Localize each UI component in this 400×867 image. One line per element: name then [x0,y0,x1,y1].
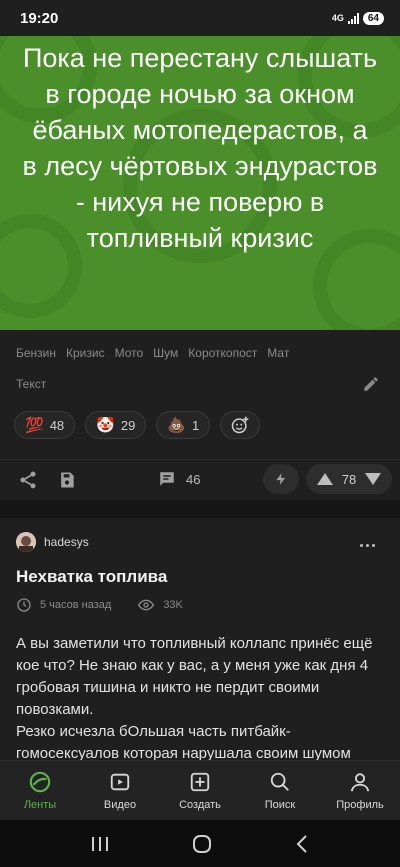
tag[interactable]: Мото [115,346,144,360]
nav-video[interactable]: Видео [80,761,160,820]
eye-icon [138,599,155,611]
poop-emoji-icon: 💩 [167,417,186,434]
bottom-navigation: Ленты Видео Создать Поиск Профиль [0,760,400,820]
more-options-icon[interactable] [360,544,375,547]
post-headline: Пока не перестану слышать в городе ночью… [22,43,378,253]
recent-apps-icon[interactable] [91,836,109,852]
tag[interactable]: Короткопост [188,346,257,360]
back-icon[interactable] [295,834,309,853]
avatar [16,532,36,552]
system-navigation-bar [0,820,400,867]
nav-create[interactable]: Создать [160,761,240,820]
feed-icon [29,771,51,793]
content-type-label: Текст [16,377,47,391]
post-image[interactable]: Пока не перестану слышать в городе ночью… [0,36,400,330]
status-time: 19:20 [20,9,59,27]
boost-button[interactable] [263,464,299,494]
reaction-poop[interactable]: 💩 1 [156,411,211,439]
rating-value: 78 [341,471,357,487]
hundred-emoji-icon: 💯 [25,417,44,434]
author-name[interactable]: hadesys [44,535,89,549]
share-icon[interactable] [18,470,38,490]
comments-button[interactable]: 46 [158,470,200,488]
nav-label: Создать [179,799,221,811]
downvote-icon[interactable] [364,472,382,486]
clock-icon [17,598,31,612]
status-indicators: 4G 64 [331,11,384,25]
signal-icon [347,12,359,24]
profile-icon [350,773,370,792]
comments-count: 46 [186,471,201,487]
nav-profile[interactable]: Профиль [320,761,400,820]
add-emoji-icon [231,416,249,434]
reactions-row: 💯 48 🤡 29 💩 1 [14,411,261,439]
view-count: 33K [163,599,183,611]
nav-label: Поиск [264,799,296,811]
reaction-count: 48 [49,417,65,433]
reaction-count: 1 [192,417,200,433]
lightning-icon [276,473,286,485]
post-actions: 46 78 [0,460,400,500]
nav-label: Ленты [23,799,57,811]
status-bar: 19:20 4G 64 [0,0,400,36]
post-time: 5 часов назад [40,599,112,611]
battery-indicator: 64 [362,11,384,25]
tag[interactable]: Мат [267,346,289,360]
reaction-count: 29 [120,417,136,433]
post-meta: 5 часов назад 33K [16,597,183,613]
nav-label: Видео [103,799,137,811]
post-author[interactable]: hadesys [16,532,89,552]
nav-feeds[interactable]: Ленты [0,761,80,820]
tag[interactable]: Шум [153,346,178,360]
nav-search[interactable]: Поиск [240,761,320,820]
search-icon [270,772,289,791]
comment-icon [160,472,174,486]
reaction-hundred[interactable]: 💯 48 [14,411,76,439]
video-icon [110,773,130,791]
post-title[interactable]: Нехватка топлива [16,567,167,587]
tag[interactable]: Бензин [16,346,56,360]
reaction-clown[interactable]: 🤡 29 [85,411,147,439]
edit-icon[interactable] [362,375,380,393]
home-icon[interactable] [192,834,212,854]
upvote-icon[interactable] [316,472,334,486]
nav-label: Профиль [336,799,384,811]
network-type: 4G [331,13,344,23]
create-icon [190,772,210,792]
tag[interactable]: Кризис [66,346,105,360]
clown-emoji-icon: 🤡 [96,417,115,434]
rating-control: 78 [306,464,392,494]
save-icon[interactable] [57,470,77,490]
tag-list: Бензин Кризис Мото Шум Короткопост Мат [16,346,289,360]
post-body-text: А вы заметили что топливный коллапс прин… [16,635,373,762]
add-reaction-button[interactable] [220,411,261,439]
feed-separator [0,500,400,518]
